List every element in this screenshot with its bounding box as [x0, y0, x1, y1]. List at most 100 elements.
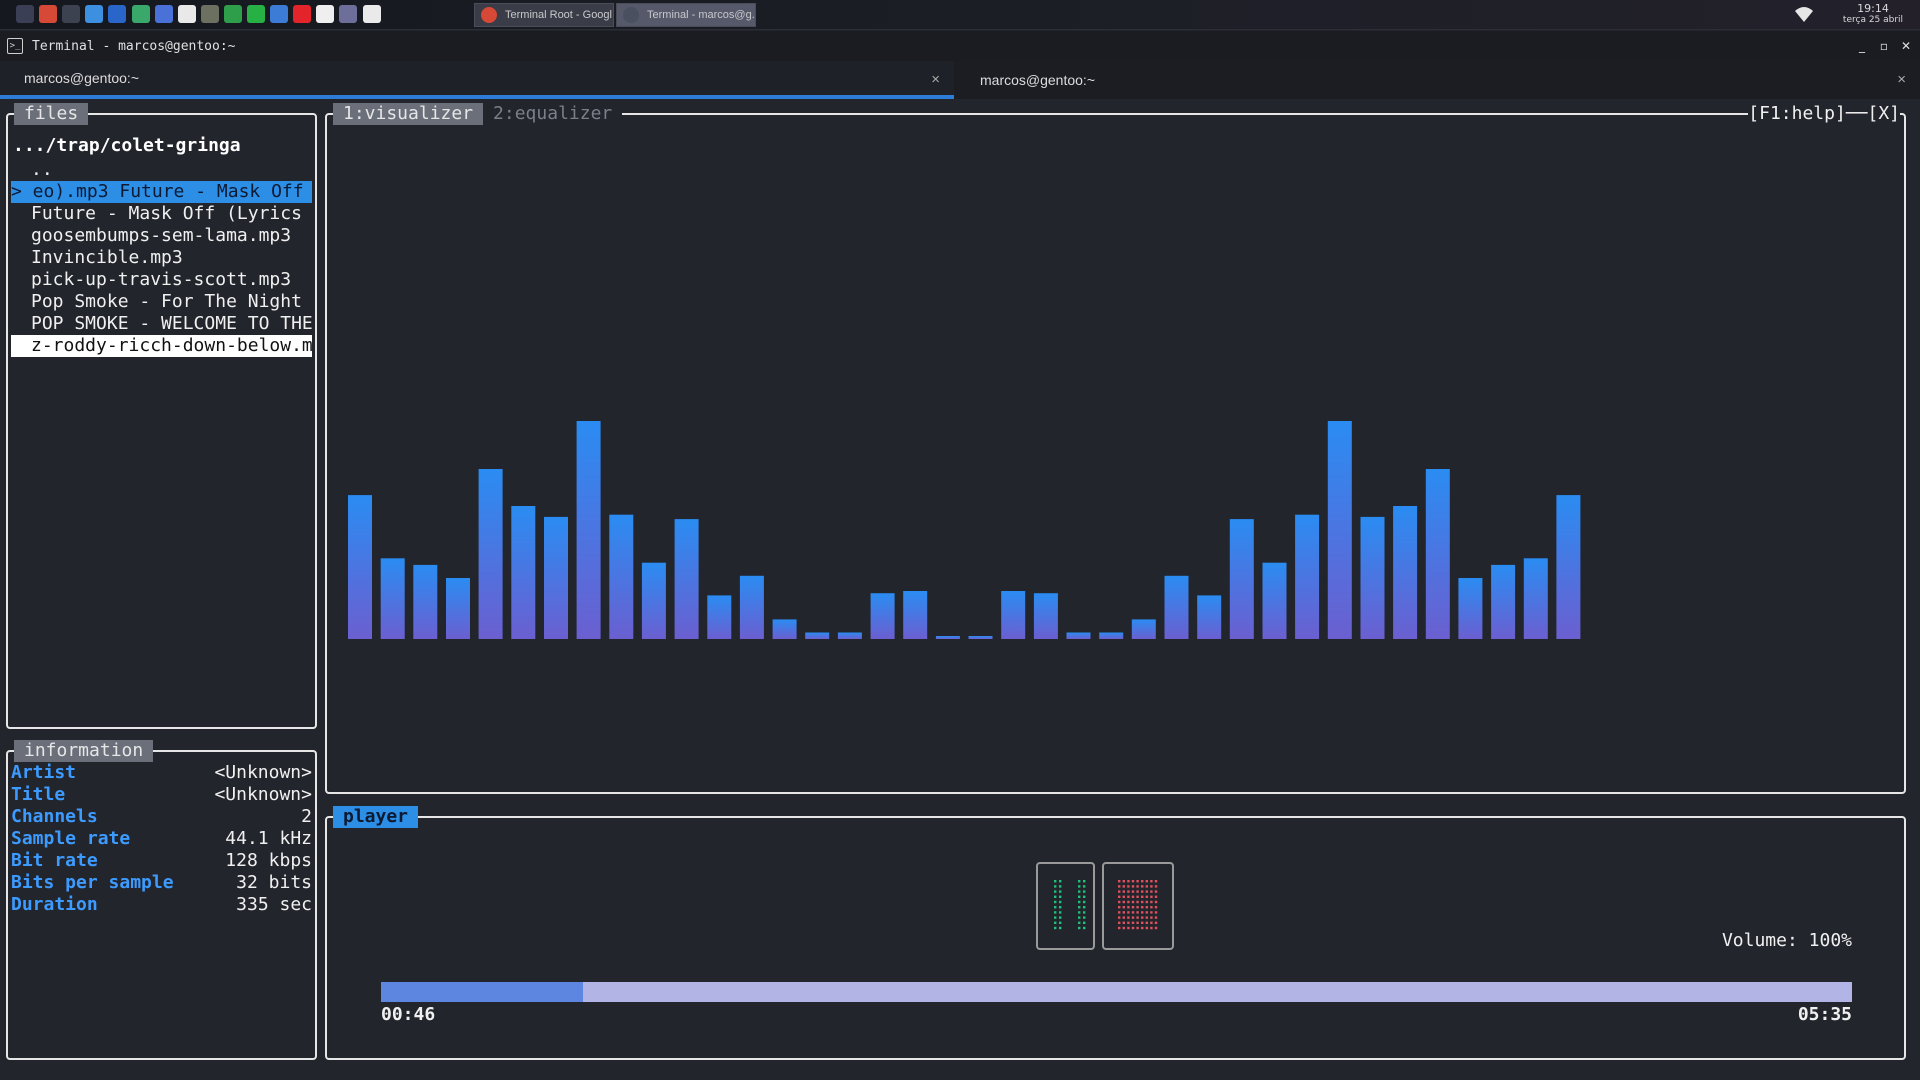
clock[interactable]: 19:14 terça 25 abril: [1830, 3, 1916, 26]
file-list-item[interactable]: z-roddy-ricch-down-below.mp3: [11, 335, 312, 357]
close-window-button[interactable]: ✕: [1897, 37, 1915, 55]
stop-icon-dot: [1136, 906, 1139, 909]
information-key: Artist: [11, 762, 77, 783]
stop-icon-dot: [1154, 926, 1158, 930]
spectrum-bar: [935, 636, 960, 639]
terminal-tab-bar: marcos@gentoo:~ × marcos@gentoo:~ ×: [0, 61, 1920, 99]
launcher-chat-icon[interactable]: [362, 5, 381, 23]
pause-icon-dot: [1083, 895, 1086, 898]
information-key: Channels: [11, 806, 98, 827]
pause-icon-dot: [1083, 890, 1086, 893]
stop-button[interactable]: [1102, 862, 1174, 950]
stop-icon-dot: [1141, 890, 1144, 893]
maximize-button[interactable]: ▫: [1875, 37, 1893, 55]
information-row: Bits per sample 32 bits: [11, 872, 312, 894]
help-close-hint[interactable]: [F1:help]──[X]: [1748, 103, 1900, 125]
terminal-tab-1[interactable]: marcos@gentoo:~ ×: [0, 61, 954, 99]
pause-icon-dot: [1054, 890, 1057, 893]
stop-icon-dot: [1131, 911, 1135, 914]
spectrum-bar: [1295, 514, 1320, 639]
launcher-whatsapp-icon[interactable]: [247, 5, 265, 23]
stop-icon-dot: [1122, 911, 1125, 914]
spectrum-bar: [544, 516, 568, 639]
stop-icon-dot: [1131, 921, 1135, 924]
pause-icon-dot: [1078, 895, 1081, 898]
launcher-chrome-icon[interactable]: [39, 5, 58, 23]
taskbar-task-1[interactable]: Terminal Root - Googl...: [474, 3, 614, 27]
launcher-spreadsheet-icon[interactable]: [223, 5, 242, 23]
stop-icon-dot: [1122, 900, 1125, 904]
launcher-globe-icon[interactable]: [131, 5, 150, 23]
close-tab-icon[interactable]: ×: [1897, 71, 1906, 88]
file-list-item[interactable]: > eo).mp3 Future - Mask Off (L: [11, 181, 312, 203]
pause-icon-dot: [1078, 880, 1081, 883]
launcher-app-menu-icon[interactable]: [16, 5, 34, 23]
stop-icon-dot: [1150, 880, 1153, 883]
information-value: 2: [301, 806, 312, 827]
file-list-item[interactable]: pick-up-travis-scott.mp3: [11, 269, 312, 291]
launcher-text-editor-icon[interactable]: [154, 5, 173, 23]
spectrum-bar: [903, 591, 928, 639]
stop-icon-dot: [1141, 906, 1144, 909]
pause-icon-dot: [1083, 906, 1086, 909]
launcher-files-icon[interactable]: [85, 5, 104, 23]
pause-icon-dot: [1054, 900, 1057, 904]
stop-icon-dot: [1150, 911, 1153, 914]
terminal-content[interactable]: files .../trap/colet-gringa .. > eo).mp3 …: [0, 99, 1920, 1080]
spectrum-bar: [1556, 495, 1581, 639]
stop-icon-dot: [1145, 916, 1148, 919]
stop-icon-dot: [1136, 885, 1139, 888]
information-panel: information Artist <Unknown> Title <Unknown…: [6, 740, 317, 1060]
stop-icon-dot: [1127, 890, 1130, 893]
file-list-item[interactable]: Pop Smoke - For The Night (A: [11, 291, 312, 313]
file-list-item[interactable]: ..: [11, 159, 312, 181]
stop-icon-dot: [1118, 906, 1121, 909]
pause-icon-dot: [1078, 906, 1081, 909]
tab-visualizer[interactable]: 1:visualizer: [333, 103, 484, 125]
information-value: 335 sec: [236, 894, 312, 915]
stop-icon-dot: [1127, 900, 1130, 904]
stop-icon-dot: [1145, 906, 1148, 909]
stop-icon-dot: [1118, 895, 1121, 898]
progress-bar[interactable]: [381, 982, 1852, 1002]
pause-icon-dot: [1054, 906, 1057, 909]
pause-icon-dot: [1059, 911, 1062, 914]
launcher-media-icon[interactable]: [339, 5, 358, 23]
launcher-terminal-icon[interactable]: [62, 5, 81, 23]
pause-icon-dot: [1059, 890, 1062, 893]
close-tab-icon[interactable]: ×: [931, 71, 940, 88]
volume-label[interactable]: Volume: 100%: [1722, 930, 1852, 951]
stop-icon-dot: [1141, 895, 1144, 898]
file-list-item[interactable]: POP SMOKE - WELCOME TO THE P: [11, 313, 312, 335]
launcher-paint-icon[interactable]: [270, 5, 289, 23]
tab-equalizer[interactable]: 2:equalizer: [483, 103, 622, 125]
information-row: Duration 335 sec: [11, 894, 312, 916]
launcher-notes-icon[interactable]: [316, 5, 335, 23]
information-key: Title: [11, 784, 66, 805]
window-titlebar[interactable]: >_ Terminal - marcos@gentoo:~ _ ▫ ✕: [0, 31, 1920, 61]
player-panel: player Volume: 100% 00:46 05:35: [325, 806, 1906, 1060]
file-list-item[interactable]: goosembumps-sem-lama.mp3: [11, 225, 312, 247]
pause-button[interactable]: [1036, 862, 1095, 950]
file-list-item[interactable]: Invincible.mp3: [11, 247, 312, 269]
taskbar-task-2[interactable]: Terminal - marcos@g...: [616, 3, 756, 27]
file-list-item[interactable]: Future - Mask Off (Lyrics -: [11, 203, 312, 225]
spectrum-bar: [1066, 632, 1091, 639]
taskbar-task-label: Terminal Root - Googl...: [505, 9, 614, 21]
information-value: 32 bits: [236, 872, 312, 893]
elapsed-time: 00:46: [381, 1004, 436, 1025]
wifi-icon[interactable]: [1794, 4, 1814, 24]
stop-icon-dot: [1141, 880, 1144, 883]
stop-icon-dot: [1150, 890, 1153, 893]
terminal-tab-2[interactable]: marcos@gentoo:~ ×: [956, 61, 1920, 99]
stop-icon-dot: [1141, 916, 1144, 919]
launcher-system-monitor-icon[interactable]: [200, 5, 219, 23]
launcher-opera-icon[interactable]: [293, 5, 312, 23]
files-panel: files .../trap/colet-gringa .. > eo).mp3 …: [6, 103, 317, 729]
minimize-button[interactable]: _: [1853, 37, 1871, 55]
launcher-browser-icon[interactable]: [108, 5, 127, 23]
stop-icon-dot: [1127, 885, 1130, 888]
launcher-document-icon[interactable]: [177, 5, 196, 23]
stop-icon-dot: [1127, 911, 1130, 914]
spectrum-bar: [739, 575, 764, 639]
